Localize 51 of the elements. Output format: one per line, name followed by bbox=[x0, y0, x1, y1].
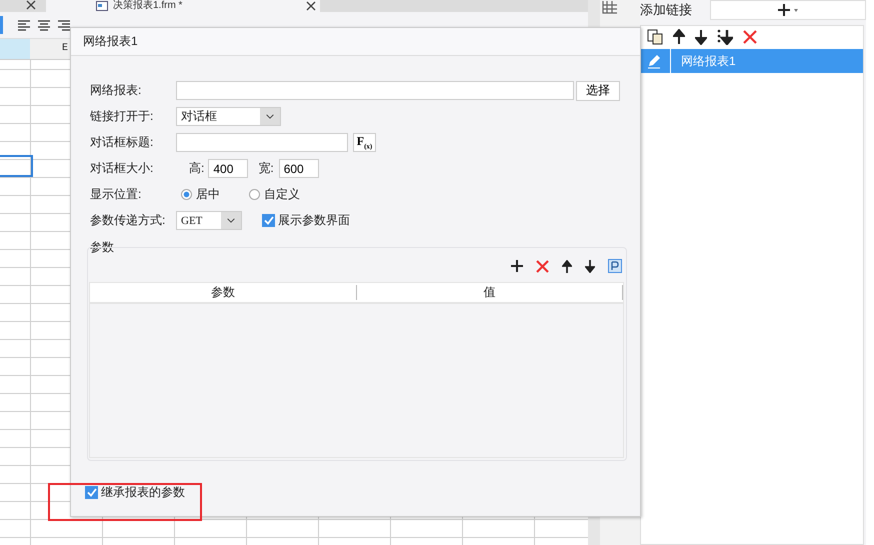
checkbox[interactable]: 继承报表的参数 bbox=[85, 484, 640, 501]
align-right-icon[interactable] bbox=[57, 18, 71, 32]
down-arrow-icon[interactable] bbox=[585, 260, 595, 272]
title-field[interactable] bbox=[176, 133, 348, 152]
pencil-icon bbox=[646, 53, 662, 69]
radio-option[interactable]: 居中 bbox=[181, 186, 220, 203]
move-to-bottom-icon[interactable] bbox=[717, 29, 733, 45]
dropdown[interactable]: GET bbox=[176, 211, 242, 230]
align-left-icon[interactable] bbox=[17, 18, 31, 32]
corner-cell[interactable] bbox=[0, 39, 30, 59]
chevron-down-icon bbox=[221, 212, 241, 229]
editor-tab[interactable]: 决策报表1.frm * bbox=[46, 0, 320, 12]
dropdown[interactable]: 对话框 bbox=[176, 107, 281, 126]
copy-icon[interactable] bbox=[647, 29, 663, 45]
report-field[interactable] bbox=[176, 81, 574, 100]
plus-icon bbox=[777, 3, 799, 17]
select-button[interactable]: 选择 bbox=[576, 80, 620, 100]
width-field[interactable]: 600 bbox=[278, 159, 319, 178]
field-label: 参数传递方式: bbox=[90, 212, 166, 229]
field-label: 链接打开于: bbox=[90, 108, 154, 125]
chevron-down-icon bbox=[260, 108, 280, 125]
close-icon[interactable] bbox=[26, 0, 36, 10]
field-label: 宽: bbox=[258, 160, 274, 177]
field-label: 显示位置: bbox=[90, 186, 142, 203]
add-icon[interactable] bbox=[511, 260, 523, 272]
column-header: E bbox=[62, 42, 68, 56]
delete-icon[interactable] bbox=[536, 260, 549, 272]
up-arrow-icon[interactable] bbox=[673, 29, 685, 45]
delete-icon[interactable] bbox=[743, 30, 757, 44]
up-arrow-icon[interactable] bbox=[562, 260, 572, 272]
checkbox[interactable]: 展示参数界面 bbox=[262, 212, 350, 229]
height-field[interactable]: 400 bbox=[208, 159, 248, 178]
field-label: 网络报表: bbox=[90, 82, 142, 99]
parameter-icon[interactable] bbox=[608, 259, 622, 273]
field-label: 对话框大小: bbox=[90, 160, 154, 177]
field-label: 对话框标题: bbox=[90, 134, 154, 151]
panel-title: 添加链接 bbox=[640, 1, 693, 19]
check-icon bbox=[86, 488, 96, 497]
field-label: 高: bbox=[189, 160, 204, 177]
down-arrow-icon[interactable] bbox=[695, 29, 707, 45]
formula-button[interactable]: F$_{(x)}$ bbox=[353, 133, 376, 152]
close-icon[interactable] bbox=[306, 1, 316, 11]
align-center-icon[interactable] bbox=[37, 18, 51, 32]
grid-icon[interactable] bbox=[602, 0, 618, 14]
column-header: 值 bbox=[356, 285, 623, 300]
check-icon bbox=[264, 216, 274, 225]
tab-title: 决策报表1.frm * bbox=[113, 1, 182, 11]
dialog-title: 网络报表1 bbox=[71, 28, 640, 56]
radio-option[interactable]: 自定义 bbox=[249, 186, 300, 203]
column-header: 参数 bbox=[90, 285, 356, 300]
selected-cell[interactable] bbox=[0, 155, 33, 177]
